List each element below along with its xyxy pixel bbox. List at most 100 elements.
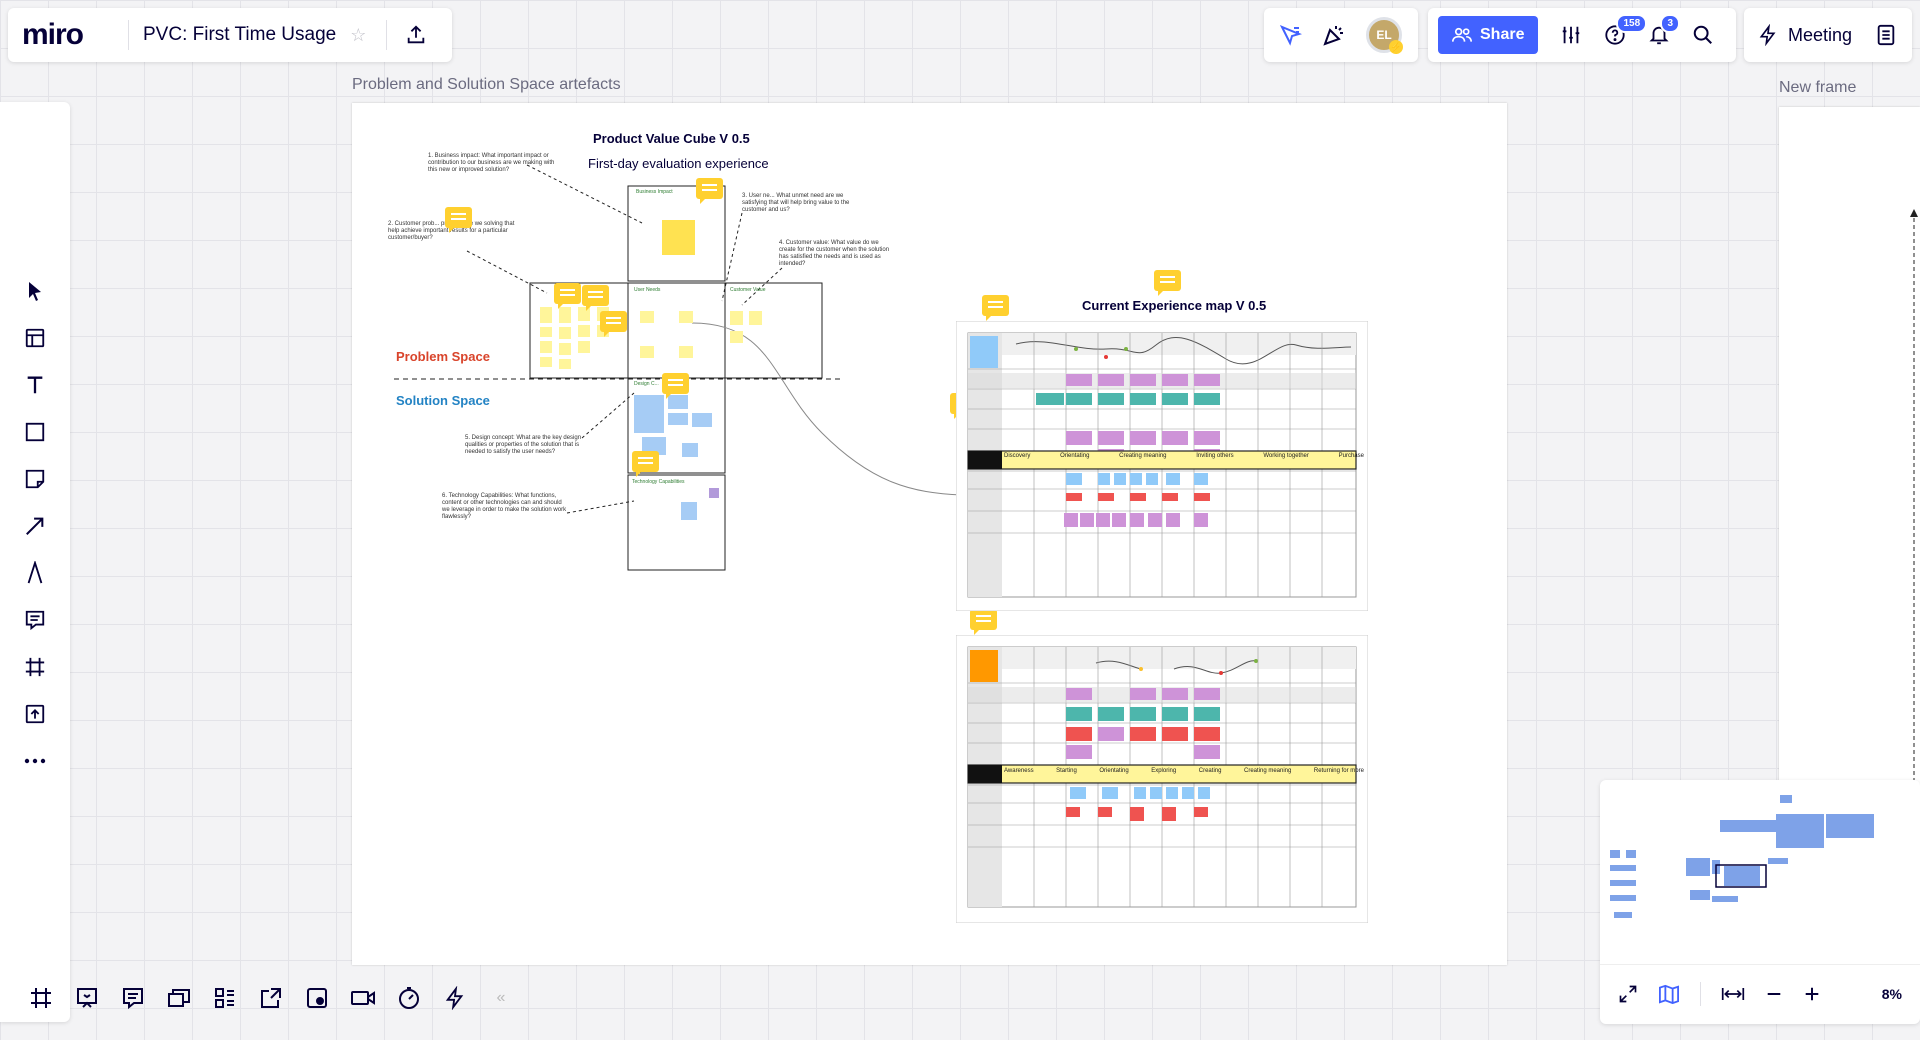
minimap-panel: 8%: [1600, 780, 1920, 1024]
comment-marker[interactable]: [1154, 270, 1181, 296]
meeting-panel: Meeting: [1744, 8, 1912, 62]
comment-marker[interactable]: [600, 311, 627, 337]
comment-marker[interactable]: [445, 207, 472, 233]
frame-label[interactable]: Problem and Solution Space artefacts: [352, 76, 621, 94]
presentation-icon[interactable]: [70, 981, 104, 1015]
journey-stage: Discovery: [1004, 453, 1031, 459]
meeting-button[interactable]: Meeting: [1788, 25, 1852, 46]
journey-stage: Creating: [1198, 768, 1222, 774]
timer-icon[interactable]: [392, 981, 426, 1015]
notifications-icon[interactable]: 3: [1648, 14, 1681, 46]
journey-stage: Creating meaning: [1119, 453, 1167, 459]
experience-map-title: Current Experience map V 0.5: [1082, 298, 1267, 313]
screen-record-icon[interactable]: [300, 981, 334, 1015]
follow-cursor-icon[interactable]: [1278, 23, 1302, 47]
share-screen-icon[interactable]: [254, 981, 288, 1015]
journey-stage: Working together: [1263, 453, 1309, 459]
settings-sliders-icon[interactable]: [1560, 24, 1582, 46]
lightning-icon: ⚡: [1389, 40, 1403, 54]
help-count-badge: 158: [1616, 14, 1648, 33]
comment-marker[interactable]: [554, 283, 581, 309]
more-icon[interactable]: [15, 742, 55, 779]
share-button[interactable]: Share: [1438, 16, 1539, 54]
fullscreen-icon[interactable]: [1618, 984, 1638, 1004]
zoom-level[interactable]: 8%: [1882, 986, 1902, 1002]
shape-icon[interactable]: [15, 413, 55, 450]
journey-stage: Orientating: [1099, 768, 1129, 774]
journey-stage: Creating meaning: [1243, 768, 1292, 774]
cube-cell-label: User Needs: [634, 287, 661, 293]
cube-cell-label: Business Impact: [636, 189, 673, 195]
annotation-user-needs: 3. User ne... What unmet need are we sat…: [742, 193, 850, 213]
share-label: Share: [1480, 26, 1525, 43]
templates-icon[interactable]: [15, 319, 55, 356]
collaboration-toolbar: «: [10, 970, 524, 1026]
journey-stages-1: Discovery Orientating Creating meaning I…: [1004, 453, 1364, 459]
journey-stage: Returning for more: [1313, 768, 1364, 774]
zoom-controls: 8%: [1600, 965, 1920, 1023]
experience-map-2: [956, 635, 1368, 923]
comment-marker[interactable]: [696, 178, 723, 204]
header-divider: [386, 20, 388, 50]
frames-icon[interactable]: [24, 981, 58, 1015]
journey-stage: Exploring: [1151, 768, 1177, 774]
zoom-in-icon[interactable]: [1803, 985, 1821, 1003]
creation-toolbar: [0, 102, 70, 1022]
experience-map-1: [956, 321, 1368, 611]
cube-cell-label: Design C...: [634, 381, 659, 387]
board-tools-panel: Share 158 3: [1428, 8, 1736, 62]
upload-icon[interactable]: [405, 24, 427, 46]
celebrate-icon[interactable]: [1322, 23, 1346, 47]
frame-new[interactable]: [1779, 107, 1920, 887]
cube-cell-label: Customer Value: [730, 287, 766, 293]
video-icon[interactable]: [346, 981, 380, 1015]
comment-marker[interactable]: [982, 295, 1009, 321]
zoom-out-icon[interactable]: [1765, 985, 1783, 1003]
help-icon[interactable]: 158: [1604, 14, 1648, 46]
search-icon[interactable]: [1692, 24, 1714, 46]
comment-marker[interactable]: [970, 609, 997, 635]
comment-marker[interactable]: [582, 285, 609, 311]
journey-stage: Starting: [1056, 768, 1077, 774]
minimap[interactable]: [1600, 780, 1920, 965]
text-icon[interactable]: [15, 366, 55, 403]
lightning-icon[interactable]: [1758, 24, 1778, 46]
zoom-divider: [1700, 982, 1701, 1006]
journey-stages-2: Awareness Starting Orientating Exploring…: [1004, 768, 1364, 774]
board-header: miro PVC: First Time Usage ☆: [8, 8, 452, 62]
sticky-note-icon[interactable]: [15, 460, 55, 497]
avatar[interactable]: EL ⚡: [1366, 17, 1403, 54]
board-title[interactable]: PVC: First Time Usage: [143, 24, 336, 46]
pen-icon[interactable]: [15, 554, 55, 591]
comment-marker[interactable]: [632, 451, 659, 477]
comment-marker[interactable]: [662, 373, 689, 399]
frame-icon[interactable]: [15, 648, 55, 685]
journey-stage: Orientating: [1060, 453, 1090, 459]
frame-label[interactable]: New frame: [1779, 79, 1856, 97]
collapse-icon[interactable]: «: [484, 981, 518, 1015]
annotation-design-concept: 5. Design concept: What are the key desi…: [465, 435, 582, 455]
fit-width-icon[interactable]: [1721, 985, 1745, 1003]
select-icon[interactable]: [15, 272, 55, 309]
notification-count-badge: 3: [1660, 14, 1681, 33]
cube-cell-label: Technology Capabilities: [632, 479, 685, 485]
comment-icon[interactable]: [15, 601, 55, 638]
notes-icon[interactable]: [116, 981, 150, 1015]
cards-icon[interactable]: [162, 981, 196, 1015]
star-icon[interactable]: ☆: [350, 25, 366, 46]
arrow-icon[interactable]: [15, 507, 55, 544]
annotation-customer-value: 4. Customer value: What value do we crea…: [779, 240, 890, 267]
collaboration-panel: EL ⚡: [1264, 8, 1418, 62]
users-icon: [1452, 27, 1472, 42]
miro-logo[interactable]: miro: [22, 18, 122, 52]
upload-icon[interactable]: [15, 695, 55, 732]
lightning-icon[interactable]: [438, 981, 472, 1015]
avatar-initials: EL: [1376, 28, 1392, 42]
kanban-icon[interactable]: [208, 981, 242, 1015]
board-list-icon[interactable]: [1876, 24, 1896, 46]
frame-problem-solution[interactable]: Product Value Cube V 0.5 First-day evalu…: [352, 103, 1507, 965]
map-icon[interactable]: [1658, 984, 1680, 1004]
journey-stage: Awareness: [1004, 768, 1034, 774]
annotation-technology: 6. Technology Capabilities: What functio…: [442, 493, 567, 520]
solution-space-label: Solution Space: [396, 393, 490, 408]
